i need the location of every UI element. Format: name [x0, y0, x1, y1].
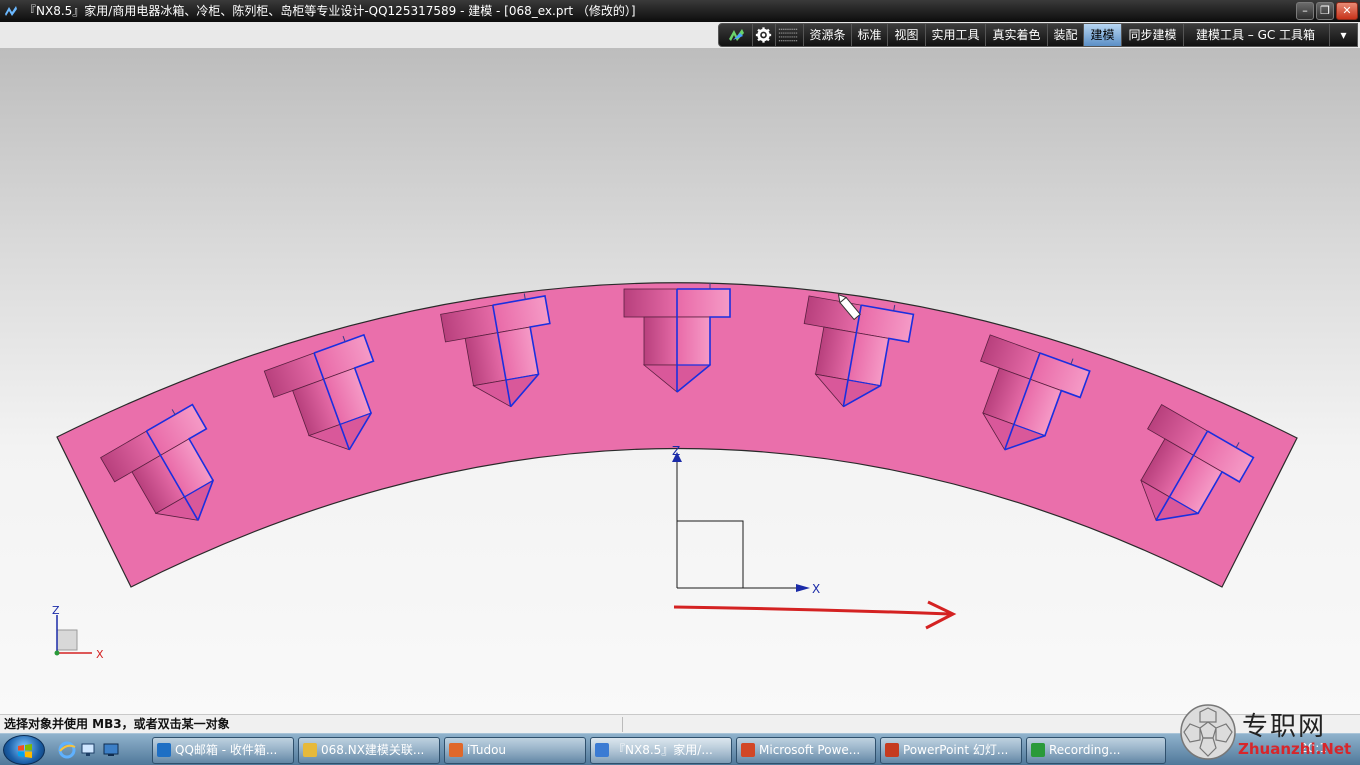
ribbon-tab-bar: 资源条 标准 视图 实用工具 真实着色 装配 建模 同步建模 建模工具 – GC…	[718, 23, 1358, 47]
taskbar-item-1[interactable]: QQ邮箱 - 收件箱...	[152, 737, 294, 764]
status-bar: 选择对象并使用 MB3，或者双击某一对象	[0, 714, 1360, 733]
taskbar-item-label: 『NX8.5』家用/...	[613, 743, 713, 757]
status-message: 选择对象并使用 MB3，或者双击某一对象	[4, 717, 230, 731]
windows-taskbar: QQ邮箱 - 收件箱... 068.NX建模关联... iTudou 『NX8.5』家…	[0, 733, 1360, 765]
soccer-ball-icon	[1180, 704, 1236, 760]
ie-icon	[157, 743, 171, 757]
graphics-viewport[interactable]: Z X Z X	[0, 48, 1360, 714]
grid-icon[interactable]	[775, 24, 801, 46]
window-title-bar[interactable]: 『NX8.5』家用/商用电器冰箱、冷柜、陈列柜、岛柜等专业设计-QQ125317…	[0, 0, 1360, 22]
start-button[interactable]	[3, 735, 45, 765]
minimize-button[interactable]: –	[1296, 2, 1314, 20]
close-button[interactable]: ✕	[1336, 2, 1358, 20]
slideshow-icon	[885, 743, 899, 757]
taskbar-item-3[interactable]: iTudou	[444, 737, 586, 764]
tudou-icon	[449, 743, 463, 757]
taskbar-item-4[interactable]: 『NX8.5』家用/...	[590, 737, 732, 764]
taskbar-item-label: 068.NX建模关联...	[321, 743, 425, 757]
taskbar-item-label: PowerPoint 幻灯...	[903, 743, 1009, 757]
tab-resource-bar[interactable]: 资源条	[803, 24, 851, 46]
tab-gc-toolkit[interactable]: 建模工具 – GC 工具箱	[1183, 24, 1327, 46]
view-triad[interactable]: Z X	[52, 604, 104, 661]
tab-assembly[interactable]: 装配	[1047, 24, 1083, 46]
taskbar-item-label: Microsoft Powe...	[759, 743, 861, 757]
watermark-text-en: Zhuanzhi.Net	[1238, 740, 1352, 758]
taskbar-item-2[interactable]: 068.NX建模关联...	[298, 737, 440, 764]
tab-synchronous-modeling[interactable]: 同步建模	[1121, 24, 1183, 46]
taskbar-item-7[interactable]: Recording...	[1026, 737, 1166, 764]
windows-logo-icon	[18, 744, 32, 758]
taskbar-item-label: QQ邮箱 - 收件箱...	[175, 743, 278, 757]
show-desktop-quicklaunch-icon[interactable]	[80, 741, 98, 759]
tab-standard[interactable]: 标准	[851, 24, 887, 46]
maximize-button[interactable]: ❐	[1316, 2, 1334, 20]
tab-true-shading[interactable]: 真实着色	[985, 24, 1047, 46]
watermark-logo: 专职网 Zhuanzhi.Net	[1178, 700, 1360, 765]
csys-x-label: X	[812, 582, 820, 596]
taskbar-item-5[interactable]: Microsoft Powe...	[736, 737, 876, 764]
window-title: 『NX8.5』家用/商用电器冰箱、冷柜、陈列柜、岛柜等专业设计-QQ125317…	[24, 4, 636, 18]
model-scene[interactable]: Z X Z X	[0, 48, 1360, 714]
direction-arrow	[673, 600, 957, 630]
nx-icon	[595, 743, 609, 757]
ribbon-menu-button[interactable]: ▾	[1329, 24, 1357, 46]
csys-z-label: Z	[672, 444, 680, 458]
triad-x-label: X	[96, 648, 104, 661]
tab-utilities[interactable]: 实用工具	[925, 24, 985, 46]
watermark-text-cn: 专职网	[1242, 712, 1327, 742]
gear-icon[interactable]	[752, 24, 774, 46]
datum-csys[interactable]	[676, 460, 800, 589]
taskbar-item-label: Recording...	[1049, 743, 1121, 757]
taskbar-item-6[interactable]: PowerPoint 幻灯...	[880, 737, 1022, 764]
folder-icon	[303, 743, 317, 757]
status-divider	[622, 717, 623, 732]
taskbar-item-label: iTudou	[467, 743, 507, 757]
nx-logo-icon[interactable]	[723, 24, 751, 46]
tab-view[interactable]: 视图	[887, 24, 925, 46]
csys-x-arrowhead	[796, 584, 810, 592]
monitor-quicklaunch-icon[interactable]	[102, 741, 120, 759]
nx-app-icon[interactable]	[3, 3, 19, 19]
recorder-icon	[1031, 743, 1045, 757]
triad-z-label: Z	[52, 604, 60, 617]
powerpoint-icon	[741, 743, 755, 757]
ie-quicklaunch-icon[interactable]	[58, 741, 76, 759]
tab-modeling[interactable]: 建模	[1083, 24, 1121, 46]
